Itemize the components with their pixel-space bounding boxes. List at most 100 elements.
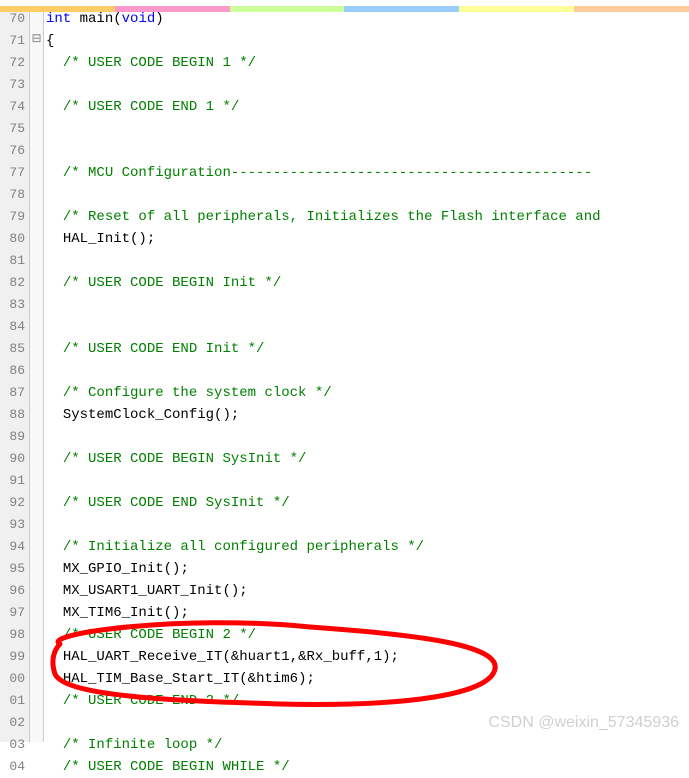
fold-marker [30, 402, 43, 424]
code-line[interactable]: SystemClock_Config(); [46, 404, 689, 426]
code-line[interactable]: /* USER CODE BEGIN Init */ [46, 272, 689, 294]
code-line[interactable]: /* Infinite loop */ [46, 734, 689, 756]
line-number: 98 [2, 624, 25, 646]
line-number: 90 [2, 448, 25, 470]
line-number: 94 [2, 536, 25, 558]
code-line[interactable] [46, 514, 689, 536]
fold-marker [30, 358, 43, 380]
fold-marker [30, 116, 43, 138]
fold-marker [30, 248, 43, 270]
code-line[interactable] [46, 426, 689, 448]
line-number: 00 [2, 668, 25, 690]
line-number: 03 [2, 734, 25, 756]
fold-marker [30, 292, 43, 314]
line-number: 77 [2, 162, 25, 184]
fold-marker [30, 666, 43, 688]
code-line[interactable]: HAL_Init(); [46, 228, 689, 250]
code-line[interactable]: /* USER CODE BEGIN 1 */ [46, 52, 689, 74]
line-number: 96 [2, 580, 25, 602]
fold-marker [30, 622, 43, 644]
line-number: 97 [2, 602, 25, 624]
line-number: 95 [2, 558, 25, 580]
code-line[interactable] [46, 250, 689, 272]
code-line[interactable]: { [46, 30, 689, 52]
line-number: 74 [2, 96, 25, 118]
code-line[interactable]: /* USER CODE END Init */ [46, 338, 689, 360]
code-line[interactable] [46, 118, 689, 140]
line-number: 72 [2, 52, 25, 74]
fold-marker [30, 270, 43, 292]
line-number: 83 [2, 294, 25, 316]
line-number: 87 [2, 382, 25, 404]
fold-marker [30, 688, 43, 710]
line-number: 88 [2, 404, 25, 426]
code-line[interactable] [46, 74, 689, 96]
fold-marker [30, 314, 43, 336]
code-line[interactable]: HAL_TIM_Base_Start_IT(&htim6); [46, 668, 689, 690]
line-number-gutter: 7071727374757677787980818283848586878889… [0, 6, 30, 742]
fold-marker [30, 72, 43, 94]
code-line[interactable]: /* USER CODE BEGIN SysInit */ [46, 448, 689, 470]
fold-marker [30, 380, 43, 402]
fold-marker [30, 600, 43, 622]
fold-marker [30, 754, 43, 776]
line-number: 84 [2, 316, 25, 338]
fold-marker [30, 534, 43, 556]
code-area[interactable]: int main(void){ /* USER CODE BEGIN 1 */ … [44, 6, 689, 742]
fold-marker [30, 446, 43, 468]
fold-column[interactable]: ⊟ [30, 6, 44, 742]
fold-marker [30, 578, 43, 600]
fold-marker [30, 710, 43, 732]
code-line[interactable] [46, 360, 689, 382]
code-line[interactable]: /* USER CODE END SysInit */ [46, 492, 689, 514]
fold-marker [30, 138, 43, 160]
line-number: 86 [2, 360, 25, 382]
line-number: 80 [2, 228, 25, 250]
fold-marker [30, 226, 43, 248]
code-line[interactable] [46, 712, 689, 734]
fold-marker [30, 424, 43, 446]
code-line[interactable]: /* USER CODE BEGIN 2 */ [46, 624, 689, 646]
line-number: 02 [2, 712, 25, 734]
fold-marker [30, 468, 43, 490]
line-number: 89 [2, 426, 25, 448]
code-line[interactable]: /* MCU Configuration--------------------… [46, 162, 689, 184]
code-line[interactable]: MX_GPIO_Init(); [46, 558, 689, 580]
fold-marker [30, 644, 43, 666]
line-number: 85 [2, 338, 25, 360]
fold-marker [30, 204, 43, 226]
code-line[interactable] [46, 140, 689, 162]
line-number: 79 [2, 206, 25, 228]
code-line[interactable]: /* USER CODE END 1 */ [46, 96, 689, 118]
code-line[interactable]: MX_TIM6_Init(); [46, 602, 689, 624]
line-number: 91 [2, 470, 25, 492]
line-number: 75 [2, 118, 25, 140]
code-line[interactable]: /* Initialize all configured peripherals… [46, 536, 689, 558]
line-number: 93 [2, 514, 25, 536]
code-line[interactable] [46, 470, 689, 492]
code-line[interactable] [46, 316, 689, 338]
fold-marker [30, 512, 43, 534]
code-line[interactable]: MX_USART1_UART_Init(); [46, 580, 689, 602]
line-number: 04 [2, 756, 25, 778]
code-line[interactable] [46, 294, 689, 316]
fold-marker[interactable]: ⊟ [30, 28, 43, 50]
line-number: 78 [2, 184, 25, 206]
line-number: 73 [2, 74, 25, 96]
code-line[interactable]: /* USER CODE END 2 */ [46, 690, 689, 712]
line-number: 82 [2, 272, 25, 294]
line-number: 71 [2, 30, 25, 52]
code-line[interactable]: /* Reset of all peripherals, Initializes… [46, 206, 689, 228]
code-line[interactable]: /* Configure the system clock */ [46, 382, 689, 404]
code-line[interactable] [46, 184, 689, 206]
line-number: 99 [2, 646, 25, 668]
fold-marker [30, 490, 43, 512]
fold-marker [30, 732, 43, 754]
fold-marker [30, 94, 43, 116]
code-line[interactable]: HAL_UART_Receive_IT(&huart1,&Rx_buff,1); [46, 646, 689, 668]
code-line[interactable]: /* USER CODE BEGIN WHILE */ [46, 756, 689, 778]
code-editor[interactable]: 7071727374757677787980818283848586878889… [0, 6, 689, 742]
fold-marker [30, 50, 43, 72]
fold-marker [30, 160, 43, 182]
fold-marker [30, 336, 43, 358]
